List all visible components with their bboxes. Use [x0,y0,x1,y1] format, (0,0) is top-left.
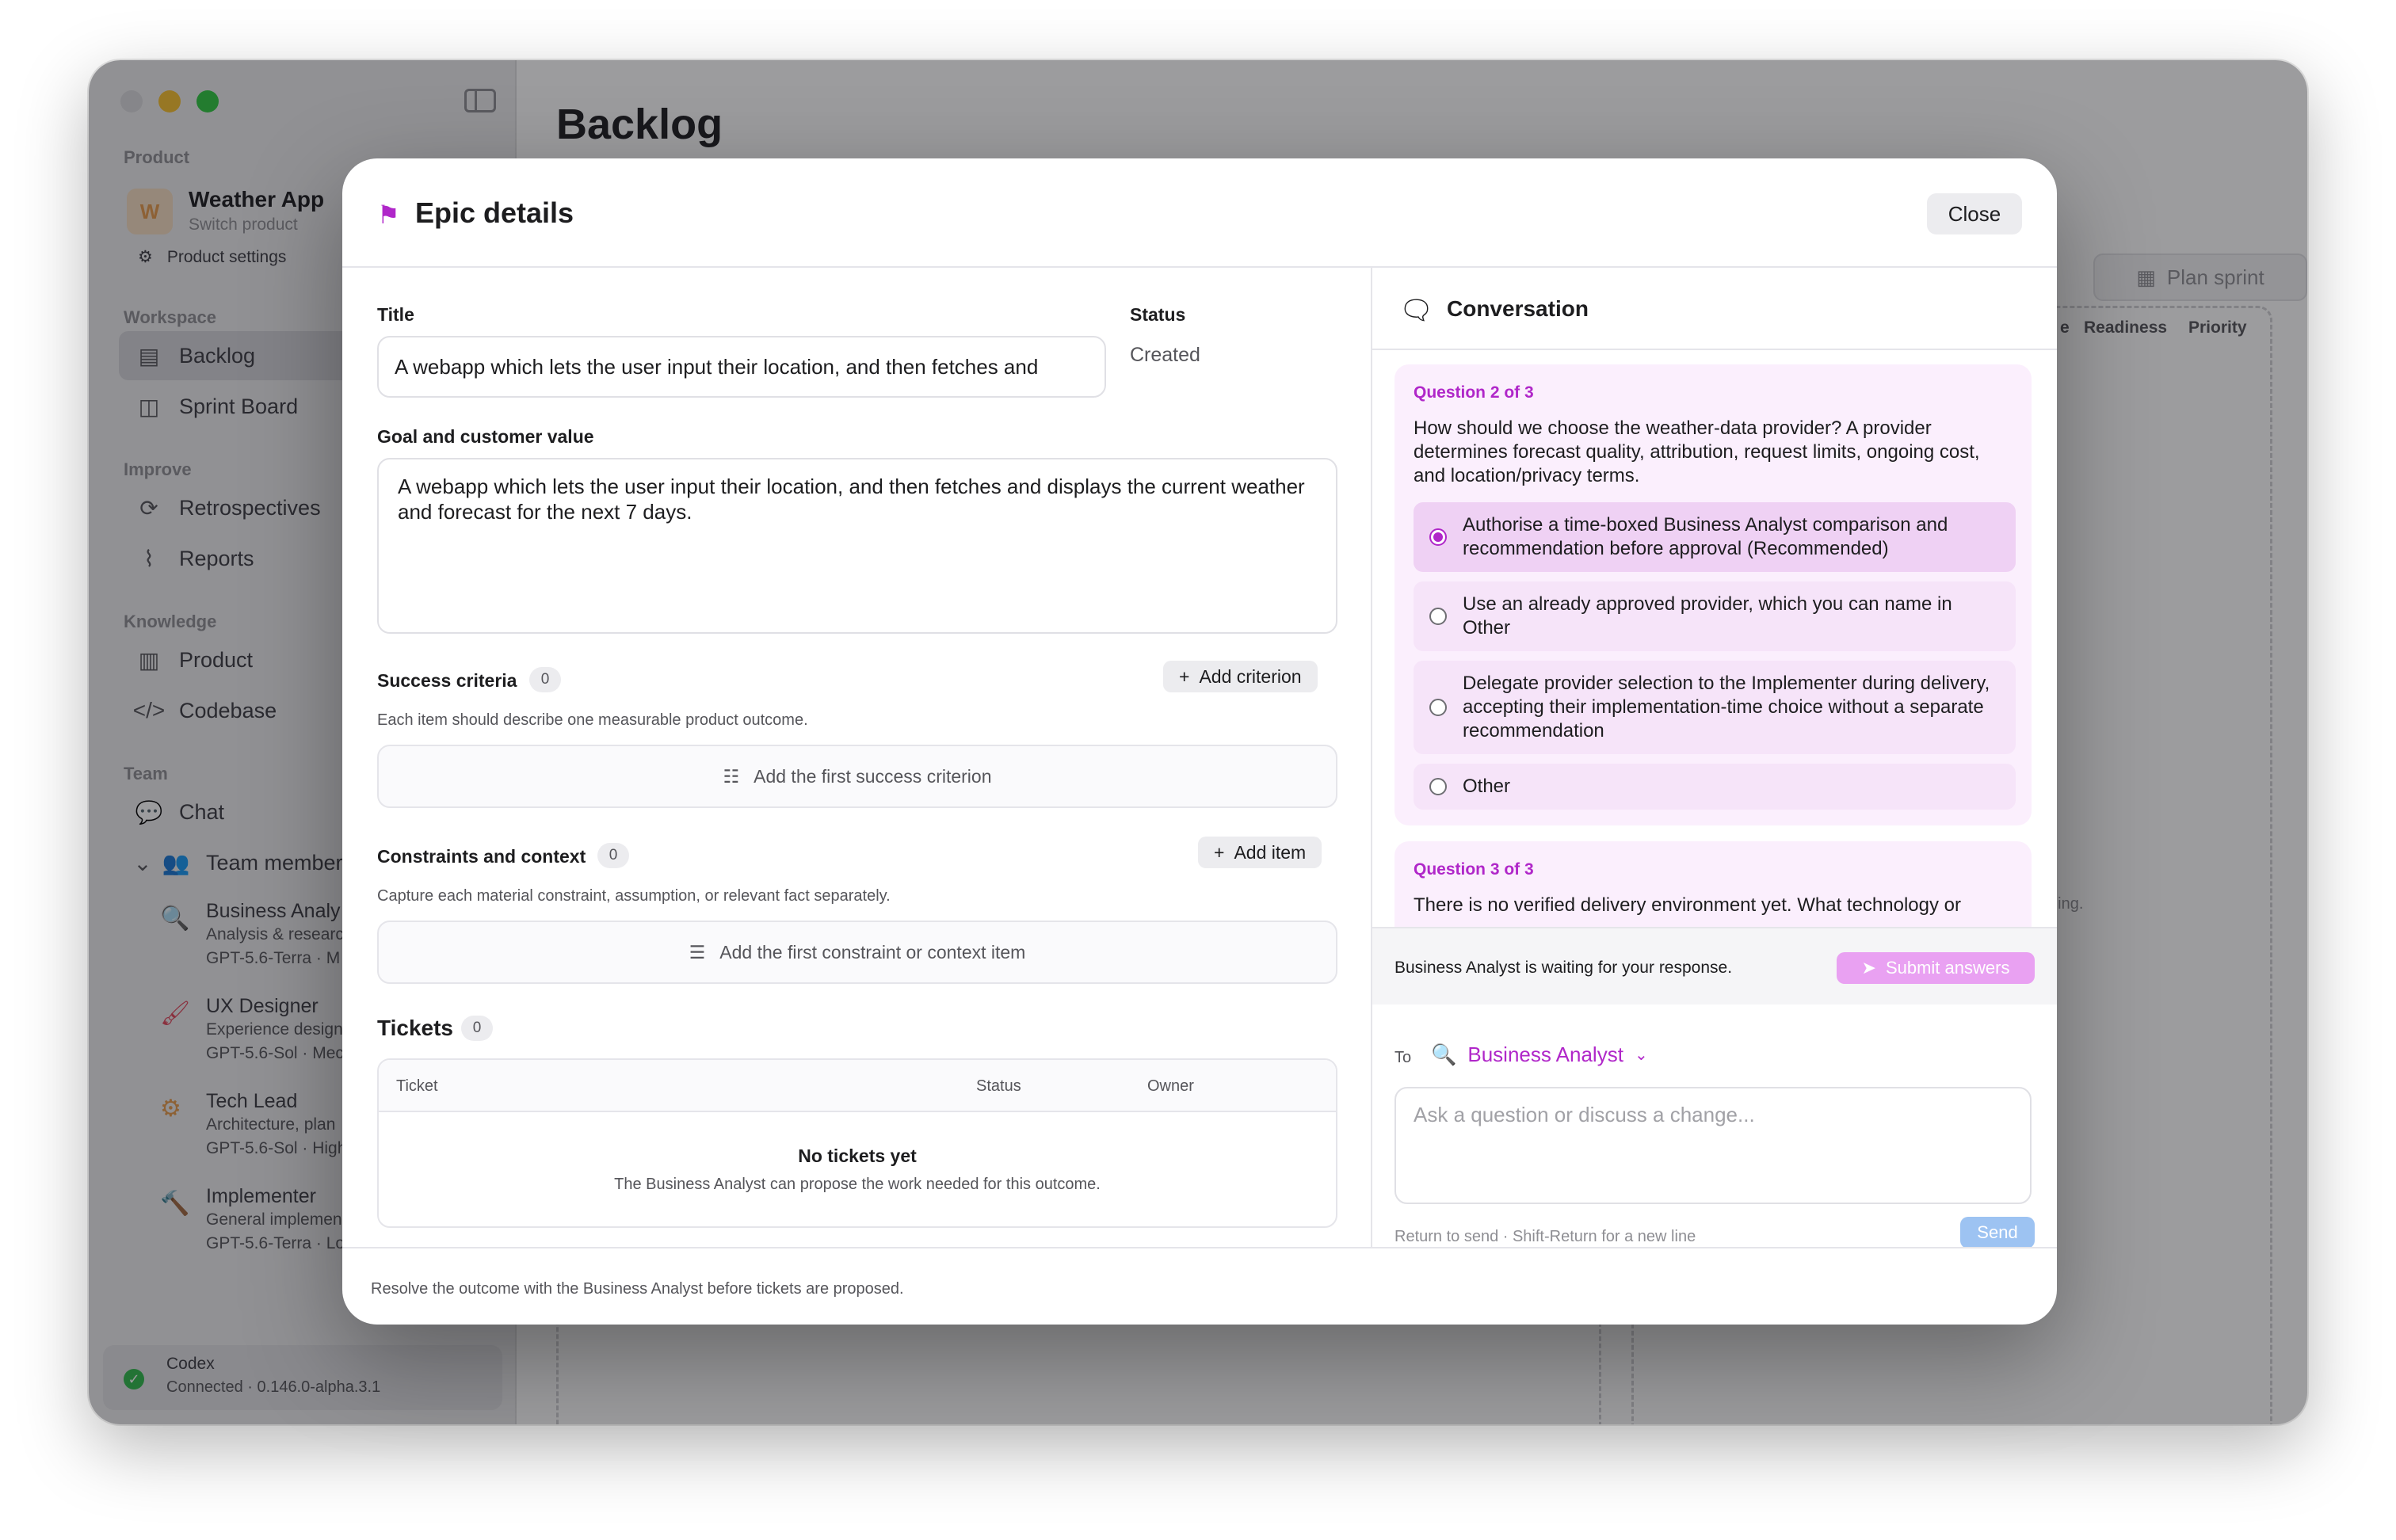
question-text: There is no verified delivery environmen… [1414,894,1961,916]
modal-header: ⚑ Epic details Close [342,158,2057,268]
question-label: Question 3 of 3 [1414,860,1534,879]
tickets-empty-subtitle: The Business Analyst can propose the wor… [614,1176,1101,1193]
waiting-bar: Business Analyst is waiting for your res… [1372,927,2057,1004]
magnifier-icon: 🔍 [1431,1043,1457,1066]
constraints-hint: Capture each material constraint, assump… [377,887,891,905]
paper-plane-icon: ➤ [1861,958,1876,978]
add-first-constraint-label: Add the first constraint or context item [719,941,1026,962]
question-label: Question 2 of 3 [1414,383,1534,402]
footer-text: Resolve the outcome with the Business An… [371,1280,904,1298]
submit-answers-button[interactable]: ➤ Submit answers [1837,952,2035,984]
conversation-title: Conversation [1447,296,1589,321]
send-hint: Return to send · Shift-Return for a new … [1394,1228,1696,1245]
radio-selected[interactable] [1429,528,1447,546]
radio[interactable] [1429,608,1447,625]
answer-option-label: Other [1463,776,1511,797]
add-item-label: Add item [1234,841,1307,863]
status-label: Status [1130,304,1186,325]
close-button[interactable]: Close [1927,193,2022,234]
question-card: Question 3 of 3 There is no verified del… [1394,841,2032,927]
submit-answers-label: Submit answers [1885,958,2010,978]
answer-option[interactable]: Use an already approved provider, which … [1414,581,2016,651]
recipient-select[interactable]: 🔍 Business Analyst ⌄ [1431,1043,1648,1067]
question-text: How should we choose the weather-data pr… [1414,417,1980,486]
column-header-owner[interactable]: Owner [1147,1077,1194,1096]
success-criteria-count: 0 [529,667,561,692]
conversation-scroll[interactable]: Question 2 of 3 How should we choose the… [1372,350,2057,927]
plus-icon: + [1179,665,1190,687]
title-input[interactable]: A webapp which lets the user input their… [377,336,1106,398]
chevron-down-icon: ⌄ [1634,1046,1648,1064]
goal-textarea[interactable]: A webapp which lets the user input their… [377,458,1337,634]
title-label: Title [377,304,414,325]
send-button[interactable]: Send [1960,1217,2035,1248]
question-card: Question 2 of 3 How should we choose the… [1394,364,2032,825]
answer-option-label: Delegate provider selection to the Imple… [1463,673,1990,741]
tickets-empty-title: No tickets yet [798,1145,917,1166]
tickets-table: Ticket Status Owner No tickets yet The B… [377,1058,1337,1228]
add-criterion-label: Add criterion [1199,665,1302,687]
flag-icon: ⚑ [377,200,400,229]
epic-details-modal: ⚑ Epic details Close Title A webapp whic… [342,158,2057,1325]
tickets-table-header: Ticket Status Owner [379,1060,1336,1112]
add-first-success-criterion[interactable]: ☷ Add the first success criterion [377,745,1337,808]
chat-bubbles-icon: 🗨 [1399,295,1434,326]
checklist-icon: ☷ [723,765,740,787]
status-value: Created [1130,344,1200,366]
add-item-button[interactable]: + Add item [1198,837,1322,868]
recipient-name: Business Analyst [1467,1043,1623,1066]
plus-icon: + [1214,841,1225,863]
column-header-status[interactable]: Status [976,1077,1021,1096]
answer-option[interactable]: Delegate provider selection to the Imple… [1414,661,2016,754]
column-header-ticket[interactable]: Ticket [396,1077,438,1096]
answer-option[interactable]: Authorise a time-boxed Business Analyst … [1414,502,2016,572]
answer-option-label: Authorise a time-boxed Business Analyst … [1463,514,1948,559]
sliders-icon: ☰ [689,941,706,962]
goal-label: Goal and customer value [377,426,594,447]
radio[interactable] [1429,778,1447,795]
tickets-title: Tickets [377,1016,453,1040]
add-first-success-label: Add the first success criterion [754,765,992,787]
modal-footer: Resolve the outcome with the Business An… [342,1247,2057,1325]
constraints-count: 0 [597,843,629,868]
conversation-panel: 🗨 Conversation Question 2 of 3 How shoul… [1372,268,2057,1248]
success-criteria-hint: Each item should describe one measurable… [377,711,808,729]
answer-option[interactable]: Other [1414,764,2016,810]
add-criterion-button[interactable]: + Add criterion [1163,661,1318,692]
modal-title: Epic details [415,196,574,229]
tickets-count: 0 [461,1016,493,1041]
success-criteria-label: Success criteria [377,670,517,691]
radio[interactable] [1429,699,1447,716]
constraints-label: Constraints and context [377,846,586,867]
epic-form: Title A webapp which lets the user input… [342,268,1372,1247]
conversation-header: 🗨 Conversation [1372,268,2057,350]
to-label: To [1394,1049,1412,1066]
message-input[interactable] [1394,1087,2032,1204]
add-first-constraint[interactable]: ☰ Add the first constraint or context it… [377,921,1337,984]
answer-option-label: Use an already approved provider, which … [1463,593,1952,638]
waiting-text: Business Analyst is waiting for your res… [1394,959,1733,977]
